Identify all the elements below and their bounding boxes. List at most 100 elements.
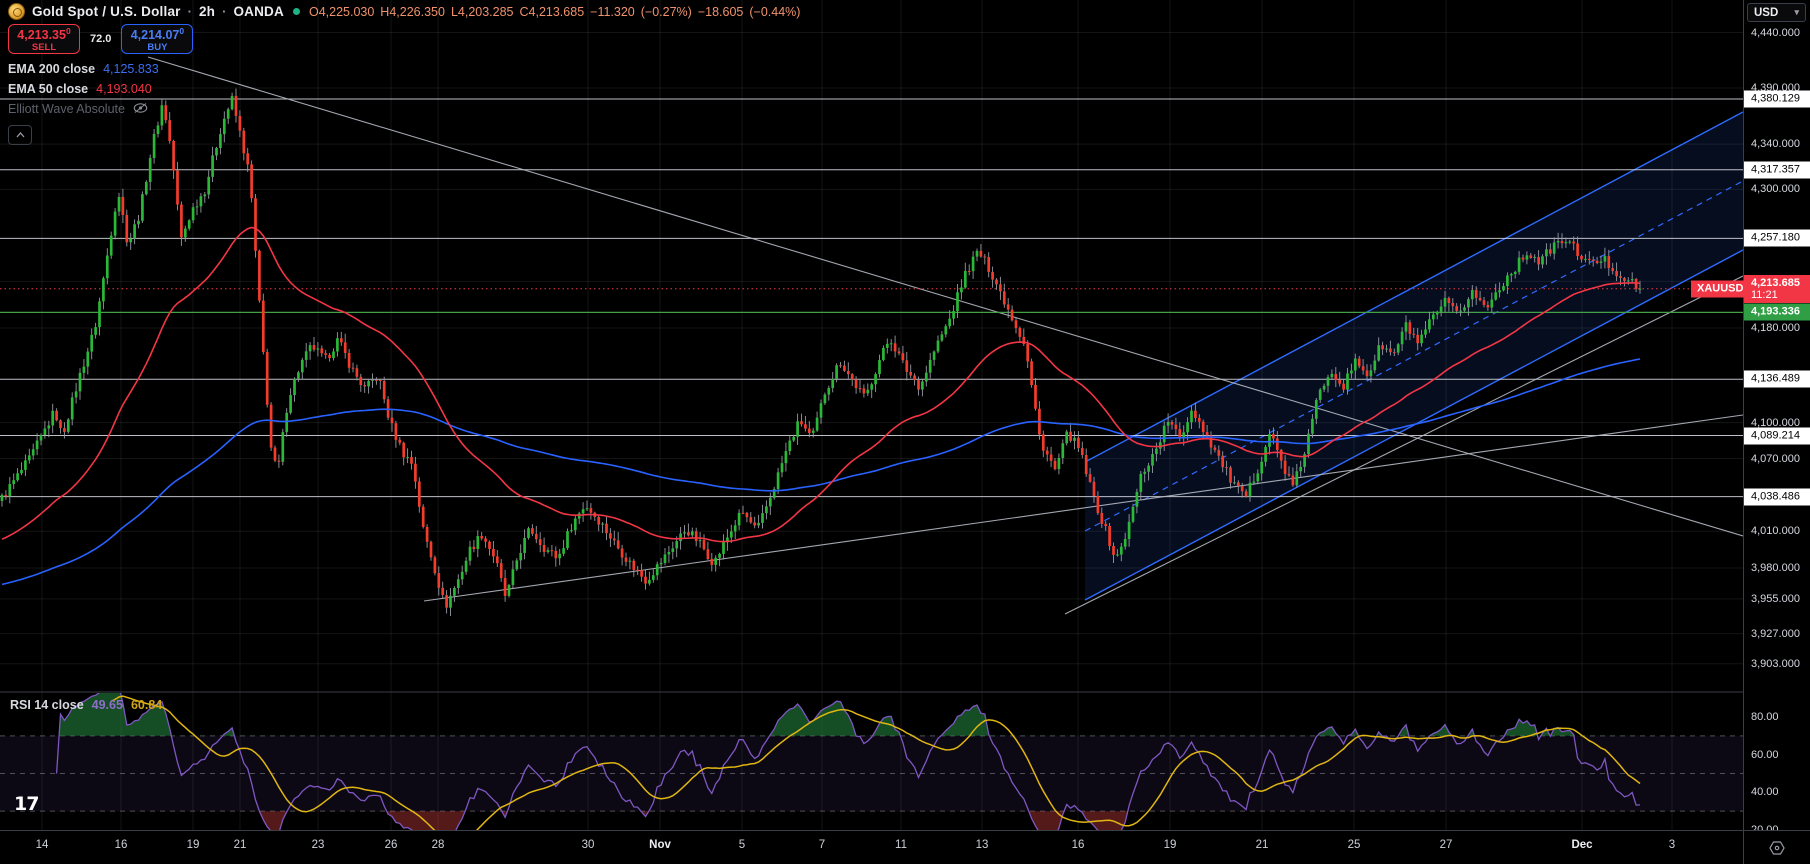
buy-button[interactable]: 4,214.070 BUY: [121, 24, 193, 54]
price-tick: 4,440.000: [1751, 27, 1800, 39]
time-tick: 25: [1348, 839, 1361, 851]
prev-close-badge: 4,193.336: [1744, 304, 1810, 321]
time-axis[interactable]: 14 16 19 21 23 26 28 30 Nov 5 7 11 13 16 19 21 25 27 Dec 3: [0, 830, 1743, 864]
time-tick: 21: [234, 839, 247, 851]
ema50-label: EMA 50 close: [8, 82, 88, 96]
rsi-tick: 60.00: [1751, 749, 1779, 761]
time-tick: 27: [1440, 839, 1453, 851]
separator: ·: [222, 4, 226, 19]
time-tick: 7: [819, 839, 825, 851]
market-status-dot-icon: [293, 8, 300, 15]
collapse-legend-button[interactable]: [8, 125, 32, 145]
close-value: 4,213.685: [529, 5, 585, 19]
change-absolute-2: −18.605: [698, 5, 744, 19]
chart-canvas[interactable]: [0, 0, 1810, 864]
spread-value: 72.0: [90, 33, 111, 45]
trendline-ascending-support-long[interactable]: [424, 415, 1743, 601]
symbol-header: Gold Spot / U.S. Dollar · 2h · OANDA O4,…: [8, 3, 800, 20]
sell-button[interactable]: 4,213.350 SELL: [8, 24, 80, 54]
high-label: H: [380, 5, 389, 19]
currency-selector[interactable]: USD ▾: [1747, 3, 1806, 22]
rsi-tick: 80.00: [1751, 711, 1779, 723]
level-price-badge: 4,136.489: [1744, 371, 1810, 388]
time-tick: Dec: [1571, 839, 1592, 851]
ohlc-row: O4,225.030 H4,226.350 L4,203.285 C4,213.…: [309, 5, 801, 19]
symbol-title[interactable]: Gold Spot / U.S. Dollar: [32, 4, 181, 19]
time-tick: Nov: [649, 839, 671, 851]
time-tick: 19: [1164, 839, 1177, 851]
price-tick: 4,300.000: [1751, 183, 1800, 195]
level-price-badge: 4,380.129: [1744, 91, 1810, 108]
change-absolute: −11.320: [590, 5, 635, 19]
time-tick: 5: [739, 839, 745, 851]
currency-value: USD: [1754, 7, 1778, 19]
scale-settings-icon: [1769, 841, 1785, 855]
last-price-badge[interactable]: 4,213.68511:21: [1744, 275, 1810, 303]
time-tick: 30: [582, 839, 595, 851]
ema200-label: EMA 200 close: [8, 62, 95, 76]
buy-label: BUY: [147, 42, 167, 53]
rsi-legend[interactable]: RSI 14 close 49.65 60.84: [10, 698, 162, 712]
change-percent-2: (−0.44%): [749, 5, 800, 19]
price-axis-settings[interactable]: [1743, 830, 1810, 864]
sell-price: 4,213.35: [17, 28, 66, 42]
price-tick: 3,955.000: [1751, 593, 1800, 605]
elliott-wave-label: Elliott Wave Absolute: [8, 102, 125, 116]
chevron-down-icon: ▾: [1794, 7, 1799, 18]
time-tick: 14: [36, 839, 49, 851]
time-tick: 13: [976, 839, 989, 851]
rsi-tick: 40.00: [1751, 786, 1779, 798]
level-price-badge: 4,317.357: [1744, 161, 1810, 178]
tradingview-logo[interactable]: 17: [14, 793, 38, 815]
buy-price: 4,214.07: [131, 28, 180, 42]
ema50-value: 4,193.040: [96, 82, 152, 96]
price-tick: 3,980.000: [1751, 562, 1800, 574]
high-value: 4,226.350: [389, 5, 445, 19]
ema200-value: 4,125.833: [103, 62, 159, 76]
buy-price-sup: 0: [179, 26, 184, 36]
legend-row-ema200[interactable]: EMA 200 close 4,125.833: [8, 59, 159, 79]
time-tick: 28: [432, 839, 445, 851]
low-value: 4,203.285: [458, 5, 514, 19]
legend-row-elliott[interactable]: Elliott Wave Absolute: [8, 99, 159, 119]
sell-label: SELL: [32, 42, 56, 53]
time-tick: 21: [1256, 839, 1269, 851]
price-tick: 4,010.000: [1751, 525, 1800, 537]
rsi-label: RSI 14 close: [10, 698, 84, 712]
price-tick: 4,070.000: [1751, 453, 1800, 465]
rsi-value: 49.65: [92, 698, 123, 712]
price-tick: 4,340.000: [1751, 138, 1800, 150]
time-tick: 26: [385, 839, 398, 851]
level-price-badge: 4,038.486: [1744, 488, 1810, 505]
separator: ·: [188, 4, 192, 19]
open-label: O: [309, 5, 319, 19]
exchange-label[interactable]: OANDA: [233, 4, 284, 19]
indicator-legend: EMA 200 close 4,125.833 EMA 50 close 4,1…: [8, 59, 159, 145]
chart-window: Gold Spot / U.S. Dollar · 2h · OANDA O4,…: [0, 0, 1810, 864]
eye-off-icon[interactable]: [133, 102, 148, 117]
price-tick: 4,180.000: [1751, 322, 1800, 334]
interval-label[interactable]: 2h: [199, 4, 215, 19]
time-tick: 19: [187, 839, 200, 851]
symbol-price-chip: XAUUSD: [1691, 280, 1749, 297]
legend-row-ema50[interactable]: EMA 50 close 4,193.040: [8, 79, 159, 99]
channel-fill: [1085, 112, 1743, 600]
level-price-badge: 4,089.214: [1744, 427, 1810, 444]
price-axis[interactable]: 4,440.0004,390.0004,340.0004,300.0004,22…: [1743, 0, 1810, 830]
open-value: 4,225.030: [319, 5, 375, 19]
level-price-badge: 4,257.180: [1744, 230, 1810, 247]
price-tick: 3,927.000: [1751, 628, 1800, 640]
time-tick: 11: [895, 839, 907, 851]
order-panel: 4,213.350 SELL 72.0 4,214.070 BUY: [8, 24, 193, 54]
time-tick: 16: [1072, 839, 1085, 851]
sell-price-sup: 0: [66, 26, 71, 36]
gold-coin-icon: [8, 3, 25, 20]
candlestick-series: [1, 89, 1642, 616]
change-percent: (−0.27%): [641, 5, 692, 19]
time-tick: 3: [1669, 839, 1675, 851]
rsi-ma-value: 60.84: [131, 698, 162, 712]
time-tick: 16: [115, 839, 128, 851]
time-tick: 23: [312, 839, 325, 851]
low-label: L: [451, 5, 458, 19]
close-label: C: [520, 5, 529, 19]
